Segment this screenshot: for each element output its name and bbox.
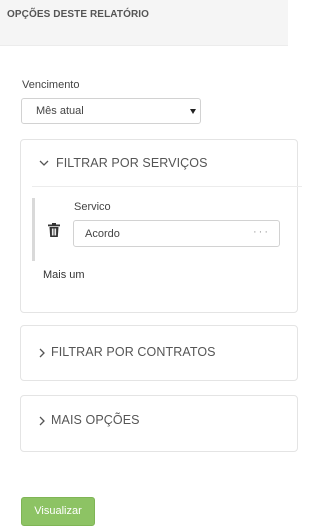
- vencimento-selected-value: Mês atual: [36, 105, 84, 117]
- add-service-link[interactable]: Mais um: [43, 269, 85, 281]
- visualizar-button[interactable]: Visualizar: [21, 497, 95, 526]
- chevron-right-icon: [39, 416, 45, 426]
- caret-down-icon: [190, 109, 196, 114]
- divider: [32, 186, 302, 187]
- servico-field[interactable]: Acordo ···: [73, 220, 280, 247]
- servico-label: Servico: [74, 201, 111, 213]
- panel-title-servicos[interactable]: FILTRAR POR SERVIÇOS: [56, 156, 208, 170]
- vencimento-select[interactable]: Mês atual: [21, 98, 201, 124]
- servico-value: Acordo: [85, 228, 120, 240]
- panel-filtrar-contratos[interactable]: FILTRAR POR CONTRATOS: [20, 325, 298, 381]
- panel-title-contratos[interactable]: FILTRAR POR CONTRATOS: [51, 345, 216, 359]
- more-options-icon[interactable]: ···: [253, 226, 270, 238]
- chevron-down-icon[interactable]: [39, 159, 49, 167]
- page-title: OPÇÕES DESTE RELATÓRIO: [7, 9, 150, 20]
- panel-mais-opcoes[interactable]: MAIS OPÇÕES: [20, 395, 298, 452]
- panel-filtrar-servicos: FILTRAR POR SERVIÇOS Servico Acordo ··· …: [20, 139, 302, 313]
- vencimento-label: Vencimento: [22, 79, 80, 91]
- options-header: OPÇÕES DESTE RELATÓRIO: [0, 0, 288, 46]
- panel-title-mais[interactable]: MAIS OPÇÕES: [51, 413, 140, 427]
- chevron-right-icon: [39, 348, 45, 358]
- service-row-indicator: [32, 198, 35, 261]
- trash-icon[interactable]: [48, 223, 60, 237]
